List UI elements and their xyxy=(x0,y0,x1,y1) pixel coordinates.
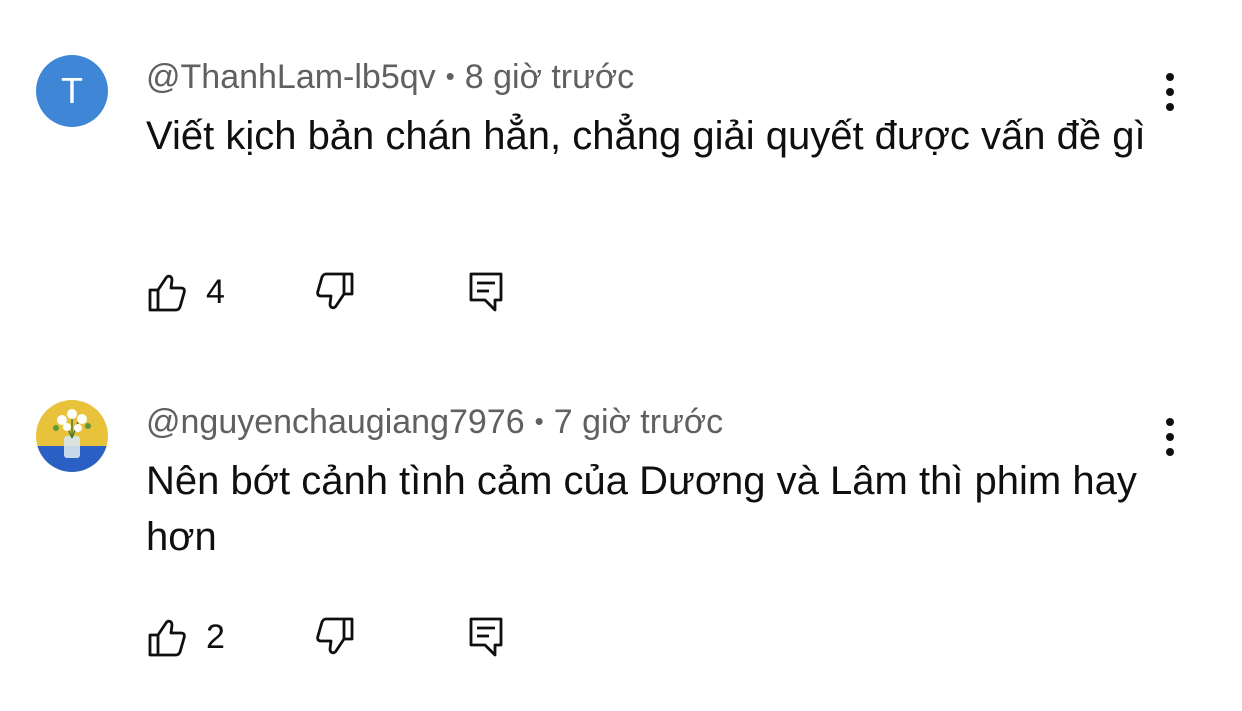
reply-comment-icon xyxy=(469,617,503,657)
like-count: 4 xyxy=(206,273,225,311)
dislike-button[interactable] xyxy=(316,615,356,659)
comment-actions: 4 xyxy=(146,270,546,314)
thumbs-down-icon xyxy=(316,272,354,310)
thumbs-up-icon xyxy=(148,619,186,657)
comment-meta: @nguyenchaugiang7976 • 7 giờ trước xyxy=(146,401,723,442)
thumbs-up-icon xyxy=(148,274,186,312)
comment-time[interactable]: 8 giờ trước xyxy=(465,58,634,96)
thumbs-down-icon xyxy=(316,617,354,655)
more-vertical-icon xyxy=(1166,418,1174,456)
more-options-button[interactable] xyxy=(1150,415,1190,459)
comment-time[interactable]: 7 giờ trước xyxy=(554,403,723,441)
meta-separator: • xyxy=(445,61,455,91)
like-button[interactable]: 2 xyxy=(146,615,225,659)
author-name[interactable]: @nguyenchaugiang7976 xyxy=(146,403,525,441)
more-vertical-icon xyxy=(1166,73,1174,111)
comment-actions: 2 xyxy=(146,615,546,659)
like-count: 2 xyxy=(206,618,225,656)
avatar[interactable]: T xyxy=(36,55,108,127)
reply-button[interactable] xyxy=(466,270,506,314)
reply-button[interactable] xyxy=(466,615,506,659)
reply-comment-icon xyxy=(469,272,503,312)
meta-separator: • xyxy=(534,406,544,436)
more-options-button[interactable] xyxy=(1150,70,1190,114)
dislike-button[interactable] xyxy=(316,270,356,314)
like-button[interactable]: 4 xyxy=(146,270,225,314)
avatar[interactable] xyxy=(36,400,108,472)
author-name[interactable]: @ThanhLam-lb5qv xyxy=(146,58,436,96)
comment-meta: @ThanhLam-lb5qv • 8 giờ trước xyxy=(146,56,634,97)
comment-text: Nên bớt cảnh tình cảm của Dương và Lâm t… xyxy=(146,459,1137,559)
comment-text: Viết kịch bản chán hẳn, chẳng giải quyết… xyxy=(146,114,1146,158)
flower-vase-avatar-image xyxy=(36,400,108,472)
